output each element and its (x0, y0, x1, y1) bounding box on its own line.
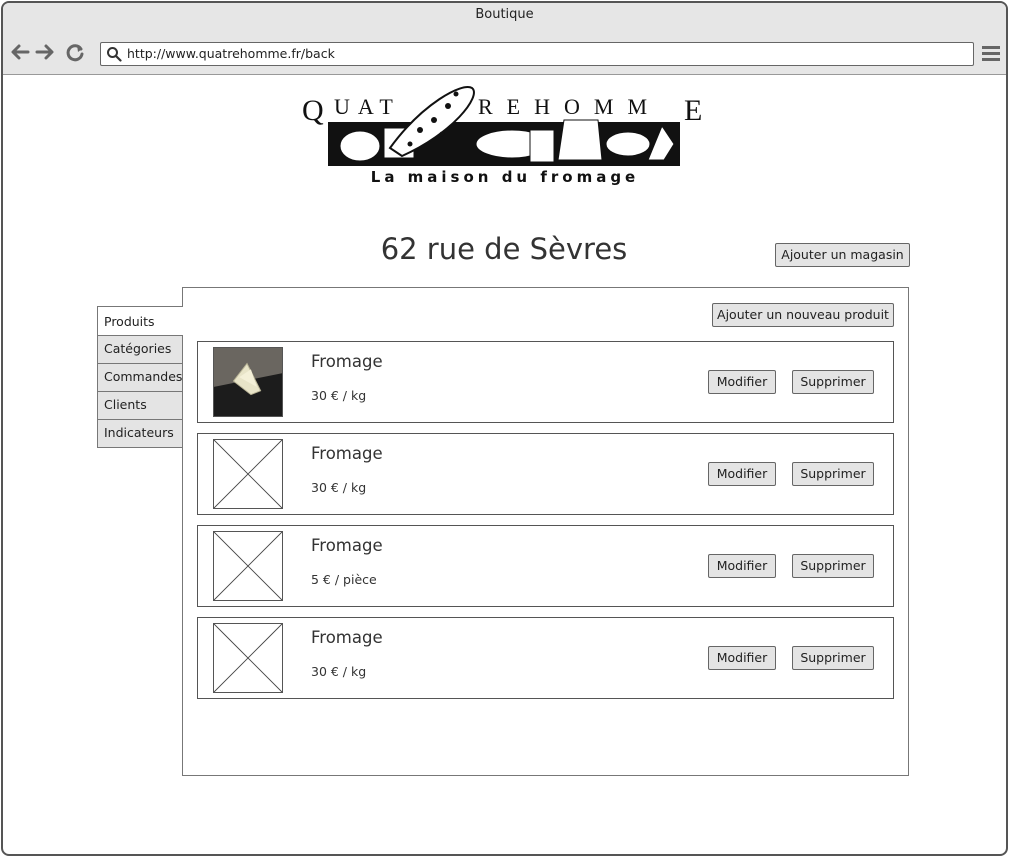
product-price: 30 € / kg (311, 664, 367, 679)
product-price: 5 € / pièce (311, 572, 377, 587)
image-placeholder-icon (214, 532, 282, 600)
address-bar[interactable]: http://www.quatrehomme.fr/back (100, 42, 974, 66)
product-card: Fromage 30 € / kg Modifier Supprimer (197, 341, 894, 423)
hamburger-menu-icon[interactable] (981, 44, 1001, 62)
product-price: 30 € / kg (311, 480, 367, 495)
product-card: Fromage 5 € / pièce Modifier Supprimer (197, 525, 894, 607)
url-text: http://www.quatrehomme.fr/back (127, 46, 335, 61)
product-image (213, 439, 283, 509)
tab-clients[interactable]: Clients (97, 392, 183, 420)
logo-top-text-left: UAT (334, 94, 401, 119)
reload-icon[interactable] (64, 41, 86, 63)
delete-product-button[interactable]: Supprimer (792, 646, 874, 670)
logo-tagline: La maison du fromage (371, 168, 639, 186)
cheese-photo-icon (214, 348, 282, 416)
image-placeholder-icon (214, 624, 282, 692)
add-product-button[interactable]: Ajouter un nouveau produit (712, 303, 894, 327)
admin-tabs: Produits Catégories Commandes Clients In… (97, 306, 183, 448)
search-icon (107, 47, 122, 62)
delete-product-button[interactable]: Supprimer (792, 370, 874, 394)
forward-arrow-icon[interactable] (34, 41, 56, 63)
image-placeholder-icon (214, 440, 282, 508)
edit-product-button[interactable]: Modifier (708, 554, 776, 578)
product-name: Fromage (311, 628, 383, 647)
delete-product-button[interactable]: Supprimer (792, 462, 874, 486)
browser-toolbar: http://www.quatrehomme.fr/back (3, 33, 1006, 75)
window-title: Boutique (3, 3, 1006, 33)
edit-product-button[interactable]: Modifier (708, 646, 776, 670)
tab-categories[interactable]: Catégories (97, 336, 183, 364)
back-arrow-icon[interactable] (9, 41, 31, 63)
product-card: Fromage 30 € / kg Modifier Supprimer (197, 433, 894, 515)
products-panel: Ajouter un nouveau produit Fromage 30 € … (182, 287, 909, 776)
product-image (213, 347, 283, 417)
edit-product-button[interactable]: Modifier (708, 370, 776, 394)
tab-commandes[interactable]: Commandes (97, 364, 183, 392)
quatrehomme-logo: Q UAT REHOMM E La maison du fromage (302, 86, 702, 186)
product-card: Fromage 30 € / kg Modifier Supprimer (197, 617, 894, 699)
tab-indicateurs[interactable]: Indicateurs (97, 420, 183, 448)
product-name: Fromage (311, 444, 383, 463)
product-image (213, 623, 283, 693)
edit-product-button[interactable]: Modifier (708, 462, 776, 486)
logo-e: E (684, 94, 702, 127)
tab-produits[interactable]: Produits (97, 306, 183, 336)
delete-product-button[interactable]: Supprimer (792, 554, 874, 578)
logo-q: Q (302, 94, 324, 127)
add-store-button[interactable]: Ajouter un magasin (775, 243, 910, 267)
store-title: 62 rue de Sèvres (380, 232, 628, 266)
product-image (213, 531, 283, 601)
product-price: 30 € / kg (311, 388, 367, 403)
product-name: Fromage (311, 352, 383, 371)
product-name: Fromage (311, 536, 383, 555)
logo-top-text-right: REHOMM (478, 94, 661, 119)
